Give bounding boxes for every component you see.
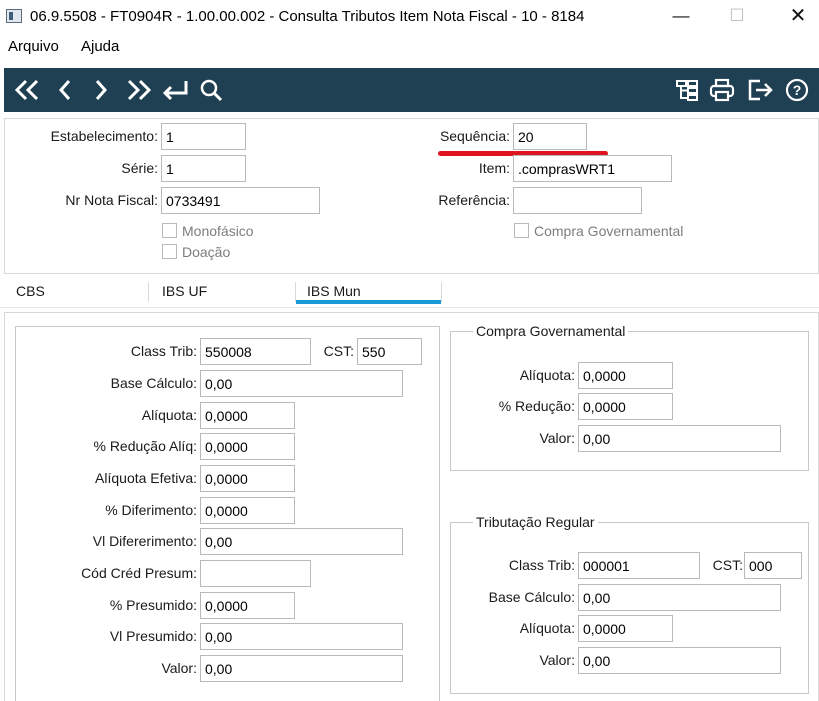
tributacao-regular-group-title: Tributação Regular <box>473 514 598 530</box>
perc-diferimento-field[interactable]: 0,0000 <box>200 497 295 524</box>
tr-class-trib-label: Class Trib: <box>508 557 575 573</box>
help-icon[interactable]: ? <box>782 68 812 112</box>
close-button[interactable]: ✕ <box>775 0 819 34</box>
compra-governamental-group-title: Compra Governamental <box>473 323 629 339</box>
perc-diferimento-label: % Diferimento: <box>105 502 197 518</box>
monofasico-label: Monofásico <box>182 223 254 239</box>
serie-label: Série: <box>121 160 158 176</box>
cod-cred-presum-field[interactable] <box>200 560 311 587</box>
cst-label: CST: <box>323 343 354 359</box>
vl-diferimento-label: Vl Difererimento: <box>92 533 197 549</box>
tr-aliquota-label: Alíquota: <box>519 620 575 636</box>
tab-separator <box>295 282 296 302</box>
serie-field[interactable]: 1 <box>161 155 246 182</box>
previous-record-icon[interactable] <box>50 68 80 112</box>
perc-reducao-aliq-field[interactable]: 0,0000 <box>200 433 295 460</box>
tr-valor-field[interactable]: 0,00 <box>578 647 781 674</box>
base-calculo-field[interactable]: 0,00 <box>200 370 403 397</box>
valor-field[interactable]: 0,00 <box>200 655 403 682</box>
tr-valor-label: Valor: <box>539 652 575 668</box>
tr-cst-field[interactable]: 000 <box>744 552 802 579</box>
item-field[interactable]: .comprasWRT1 <box>513 155 672 182</box>
tr-aliquota-field[interactable]: 0,0000 <box>578 615 673 642</box>
sequencia-field[interactable]: 20 <box>513 123 587 150</box>
aliquota-efetiva-field[interactable]: 0,0000 <box>200 465 295 492</box>
tab-separator <box>148 282 149 302</box>
monofasico-checkbox[interactable] <box>162 223 177 238</box>
cod-cred-presum-label: Cód Créd Presum: <box>81 565 197 581</box>
goto-icon[interactable] <box>158 68 192 112</box>
doacao-label: Doação <box>182 244 231 260</box>
last-record-icon[interactable] <box>122 68 156 112</box>
vl-diferimento-field[interactable]: 0,00 <box>200 528 403 555</box>
title-bar: 06.9.5508 - FT0904R - 1.00.00.002 - Cons… <box>0 0 819 34</box>
perc-presumido-field[interactable]: 0,0000 <box>200 592 295 619</box>
base-calculo-label: Base Cálculo: <box>110 375 197 391</box>
cg-valor-label: Valor: <box>539 430 575 446</box>
cg-valor-field[interactable]: 0,00 <box>578 425 781 452</box>
cg-perc-reducao-field[interactable]: 0,0000 <box>578 393 673 420</box>
aliquota-field[interactable]: 0,0000 <box>200 402 295 429</box>
vl-presumido-label: Vl Presumido: <box>109 628 197 644</box>
referencia-field[interactable] <box>513 187 642 214</box>
tr-base-calculo-field[interactable]: 0,00 <box>578 584 781 611</box>
maximize-button[interactable]: ☐ <box>714 0 760 34</box>
class-trib-field[interactable]: 550008 <box>200 338 311 365</box>
menu-bar: Arquivo Ajuda <box>0 34 819 60</box>
menu-item-arquivo[interactable]: Arquivo <box>8 38 59 55</box>
aliquota-efetiva-label: Alíquota Efetiva: <box>95 470 197 486</box>
tr-cst-label: CST: <box>712 557 743 573</box>
compra-governamental-checkbox[interactable] <box>514 223 529 238</box>
active-tab-indicator <box>296 300 441 304</box>
toolbar: ? <box>4 68 819 112</box>
perc-reducao-aliq-label: % Redução Alíq: <box>93 438 197 454</box>
cg-aliquota-field[interactable]: 0,0000 <box>578 362 673 389</box>
vl-presumido-field[interactable]: 0,00 <box>200 623 403 650</box>
tr-class-trib-field[interactable]: 000001 <box>578 552 700 579</box>
valor-label: Valor: <box>161 660 197 676</box>
next-record-icon[interactable] <box>86 68 116 112</box>
svg-text:?: ? <box>793 82 802 98</box>
exit-icon[interactable] <box>744 68 776 112</box>
referencia-label: Referência: <box>438 192 510 208</box>
sequencia-label: Sequência: <box>439 128 510 144</box>
compra-governamental-label: Compra Governamental <box>534 223 684 239</box>
perc-presumido-label: % Presumido: <box>109 597 197 613</box>
doacao-checkbox[interactable] <box>162 244 177 259</box>
hierarchy-icon[interactable] <box>672 68 702 112</box>
search-icon[interactable] <box>196 68 226 112</box>
cg-aliquota-label: Alíquota: <box>519 367 575 383</box>
class-trib-label: Class Trib: <box>130 343 197 359</box>
minimize-button[interactable]: — <box>658 0 704 34</box>
window-title: 06.9.5508 - FT0904R - 1.00.00.002 - Cons… <box>30 8 585 25</box>
print-icon[interactable] <box>706 68 738 112</box>
tab-separator <box>441 282 442 302</box>
estabelecimento-field[interactable]: 1 <box>161 123 246 150</box>
menu-item-ajuda[interactable]: Ajuda <box>81 38 119 55</box>
app-icon <box>6 9 22 23</box>
nr-nota-fiscal-label: Nr Nota Fiscal: <box>65 192 158 208</box>
first-record-icon[interactable] <box>10 68 44 112</box>
cg-perc-reducao-label: % Redução: <box>498 398 575 414</box>
estabelecimento-label: Estabelecimento: <box>50 128 158 144</box>
item-label: Item: <box>478 160 510 176</box>
nr-nota-fiscal-field[interactable]: 0733491 <box>161 187 320 214</box>
cst-field[interactable]: 550 <box>357 338 422 365</box>
tr-base-calculo-label: Base Cálculo: <box>488 589 575 605</box>
tab-cbs[interactable]: CBS <box>16 276 45 308</box>
aliquota-label: Alíquota: <box>141 407 197 423</box>
tab-ibs-uf[interactable]: IBS UF <box>162 276 207 308</box>
